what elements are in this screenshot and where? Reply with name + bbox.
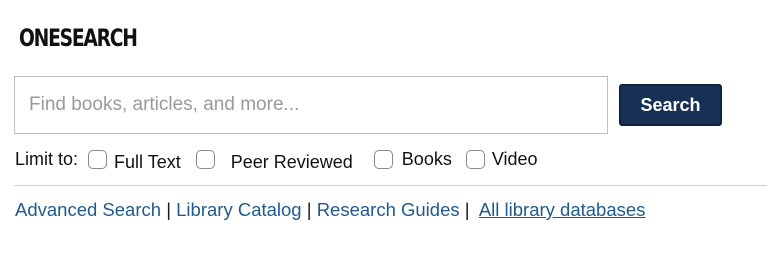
search-button[interactable]: Search — [619, 84, 722, 126]
library-catalog-link[interactable]: Library Catalog — [176, 199, 301, 220]
quick-links: Advanced Search | Library Catalog | Rese… — [15, 199, 645, 221]
link-separator: | — [306, 199, 312, 220]
limit-books[interactable]: Books — [373, 148, 452, 170]
search-input[interactable] — [14, 76, 608, 134]
full-text-label: Full Text — [114, 151, 181, 172]
video-label: Video — [491, 148, 538, 169]
limit-label: Limit to: — [15, 148, 79, 169]
divider — [14, 185, 767, 186]
link-separator: | — [464, 199, 470, 220]
limit-full-text[interactable]: Full Text — [88, 149, 181, 172]
video-checkbox[interactable] — [465, 149, 485, 169]
full-text-checkbox[interactable] — [88, 149, 108, 169]
research-guides-link[interactable]: Research Guides — [317, 199, 460, 220]
all-library-databases-link[interactable]: All library databases — [479, 199, 646, 220]
peer-reviewed-checkbox[interactable] — [195, 149, 215, 169]
limit-peer-reviewed[interactable]: Peer Reviewed — [195, 149, 353, 172]
books-checkbox[interactable] — [373, 149, 393, 169]
books-label: Books — [401, 148, 452, 169]
advanced-search-link[interactable]: Advanced Search — [15, 199, 161, 220]
peer-reviewed-label: Peer Reviewed — [230, 151, 353, 172]
page-title: ONESEARCH — [19, 24, 138, 52]
limit-options: Limit to: Full Text Peer Reviewed Books … — [15, 146, 538, 172]
limit-video[interactable]: Video — [465, 148, 538, 170]
link-separator: | — [166, 199, 171, 220]
